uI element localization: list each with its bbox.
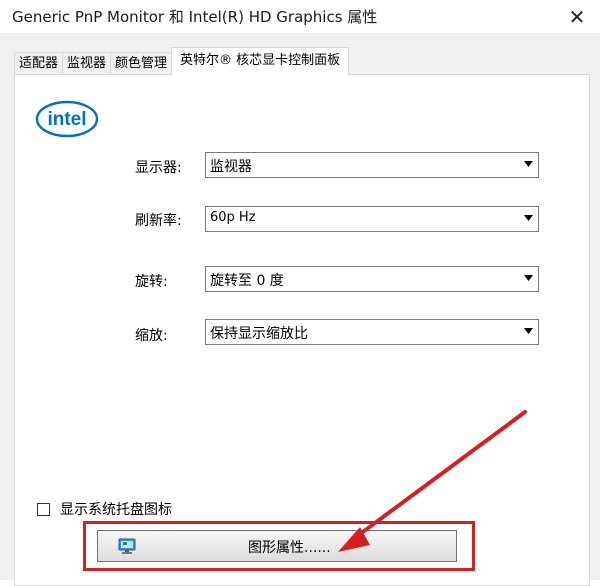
- rotation-select-value: 旋转至 0 度: [210, 273, 284, 289]
- window-title: Generic PnP Monitor 和 Intel(R) HD Graphi…: [12, 8, 378, 26]
- tab-strip: 适配器 监视器 颜色管理 英特尔® 核芯显卡控制面板: [14, 47, 350, 75]
- graphics-properties-label: 图形属性......: [248, 540, 331, 556]
- tab-adapter[interactable]: 适配器: [14, 52, 64, 75]
- tab-monitor[interactable]: 监视器: [62, 52, 112, 75]
- close-icon: ✕: [568, 4, 586, 29]
- refresh-rate-select-value: 60p Hz: [210, 210, 256, 225]
- graphics-properties-button[interactable]: 图形属性......: [97, 530, 457, 562]
- refresh-rate-label: 刷新率:: [135, 213, 182, 229]
- close-button[interactable]: ✕: [554, 0, 600, 33]
- chevron-down-icon: [520, 322, 536, 340]
- tray-icon-checkbox-row[interactable]: 显示系统托盘图标: [37, 499, 172, 519]
- chevron-down-icon: [520, 269, 536, 287]
- intel-logo-text: intel: [47, 109, 86, 130]
- tab-color-management[interactable]: 颜色管理: [110, 52, 173, 75]
- rotation-select[interactable]: 旋转至 0 度: [205, 266, 539, 292]
- display-select[interactable]: 监视器: [205, 152, 539, 178]
- graphics-properties-icon: [118, 538, 136, 554]
- rotation-label: 旋转:: [135, 274, 168, 290]
- chevron-down-icon: [520, 155, 536, 173]
- scaling-label: 缩放:: [135, 328, 168, 344]
- tray-icon-checkbox-label: 显示系统托盘图标: [60, 502, 172, 518]
- tab-panel: intel 显示器: 监视器 刷新率: 60p Hz 旋转: 旋转至 0 度 缩…: [14, 74, 590, 586]
- chevron-down-icon: [520, 209, 536, 227]
- display-select-value: 监视器: [210, 159, 252, 175]
- title-bar: Generic PnP Monitor 和 Intel(R) HD Graphi…: [0, 0, 600, 33]
- intel-logo: intel: [35, 100, 99, 138]
- tab-intel-control-panel[interactable]: 英特尔® 核芯显卡控制面板: [171, 47, 350, 75]
- tray-icon-checkbox[interactable]: [37, 502, 50, 516]
- scaling-select-value: 保持显示缩放比: [210, 326, 308, 342]
- display-label: 显示器:: [135, 160, 182, 176]
- dialog-body: 适配器 监视器 颜色管理 英特尔® 核芯显卡控制面板 intel 显示器: 监视…: [0, 33, 600, 586]
- refresh-rate-select[interactable]: 60p Hz: [205, 206, 539, 232]
- scaling-select[interactable]: 保持显示缩放比: [205, 319, 539, 345]
